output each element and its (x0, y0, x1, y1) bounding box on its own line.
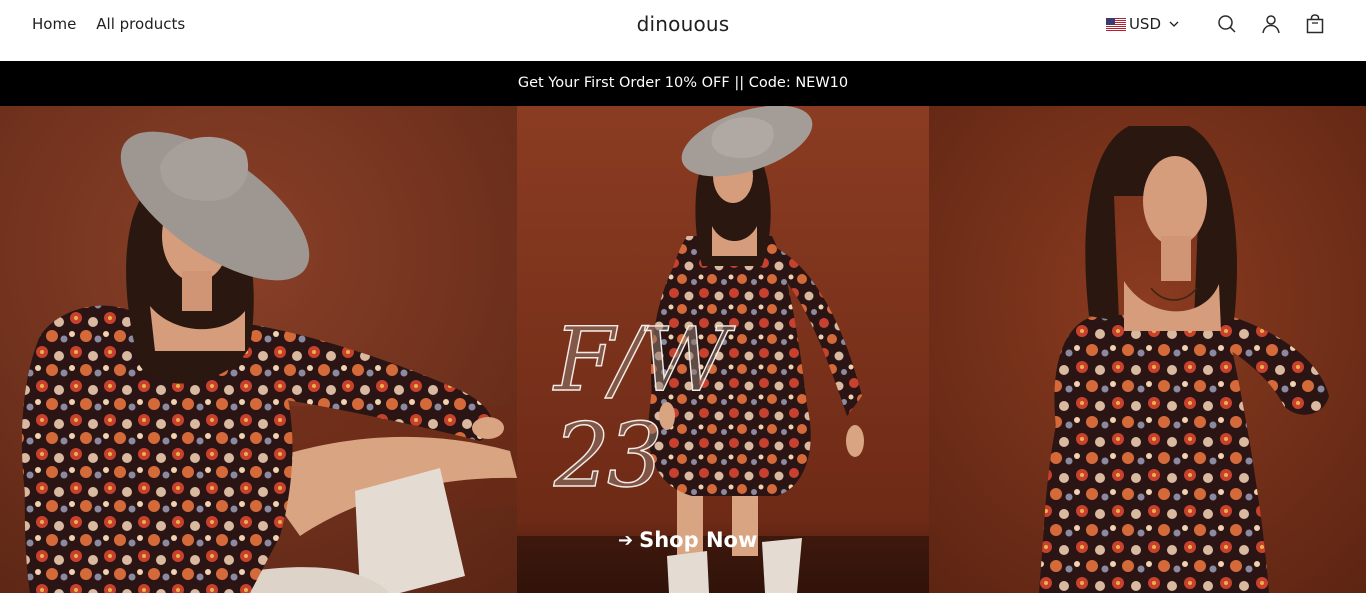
currency-code: USD (1128, 15, 1161, 33)
header-tools: USD (1105, 12, 1326, 36)
shop-now-button[interactable]: ➔ Shop Now (618, 528, 757, 552)
currency-selector[interactable]: USD (1105, 15, 1180, 33)
cart-icon[interactable] (1304, 13, 1326, 35)
account-wrap (1260, 13, 1282, 35)
shop-now-label: Shop Now (639, 528, 758, 552)
chevron-down-icon (1169, 21, 1179, 27)
brand-logo[interactable]: dinouous (637, 12, 730, 36)
account-icon[interactable] (1260, 13, 1282, 35)
search-icon[interactable] (1216, 13, 1238, 35)
main-nav: Home All products (32, 15, 185, 33)
nav-all-products-link[interactable]: All products (96, 15, 185, 33)
announcement-text: Get Your First Order 10% OFF || Code: NE… (517, 75, 849, 91)
cart-wrap (1304, 13, 1326, 35)
announcement-bar: Get Your First Order 10% OFF || Code: NE… (0, 61, 1366, 106)
hero-image-left (0, 106, 517, 593)
nav-home-link[interactable]: Home (32, 15, 76, 33)
hero-title: F/W 23 (553, 308, 730, 507)
hero-banner[interactable]: F/W 23 ➔ Shop Now (0, 106, 1366, 593)
us-flag-icon (1105, 17, 1126, 31)
hero-image-right (929, 106, 1366, 593)
site-header: Home All products dinouous USD (0, 0, 1366, 61)
arrow-right-icon: ➔ (618, 529, 634, 551)
